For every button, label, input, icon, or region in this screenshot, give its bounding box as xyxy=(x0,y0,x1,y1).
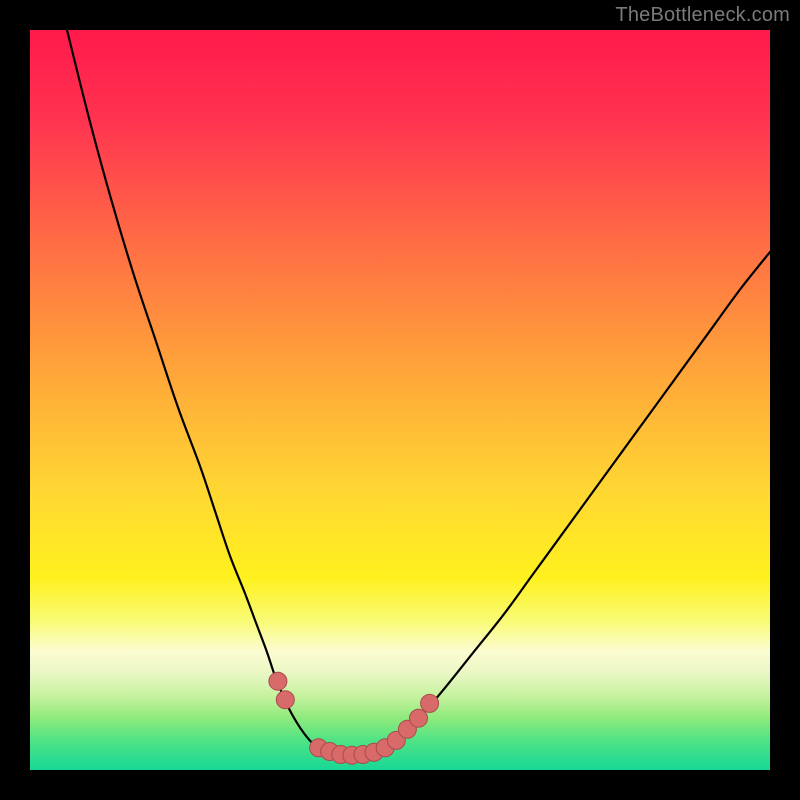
curve-left-curve xyxy=(67,30,326,751)
curve-layer xyxy=(30,30,770,770)
data-marker xyxy=(410,709,428,727)
plot-area xyxy=(30,30,770,770)
curve-right-curve xyxy=(385,252,770,748)
watermark-text: TheBottleneck.com xyxy=(615,4,790,27)
data-marker xyxy=(269,672,287,690)
chart-frame: TheBottleneck.com xyxy=(0,0,800,800)
data-marker xyxy=(421,694,439,712)
data-marker xyxy=(276,691,294,709)
